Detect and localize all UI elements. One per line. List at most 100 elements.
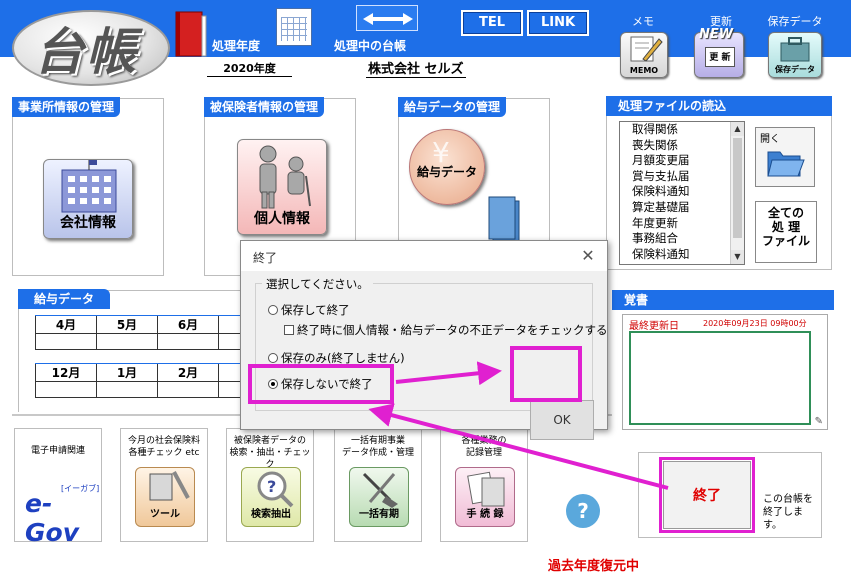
list-item[interactable]: 年度更新	[620, 216, 744, 232]
egov-tile[interactable]: 電子申請関連 [イーガブ] e-Gov	[14, 428, 102, 547]
egov-logo: e-Gov	[25, 489, 79, 547]
memo-section: 覚書 最終更新日 2020年09月23日 09時00分 ✎	[612, 290, 834, 440]
current-ledger-label: 処理中の台帳	[334, 39, 407, 53]
last-updated-value: 2020年09月23日 09時00分	[703, 319, 807, 328]
close-icon[interactable]: ✕	[577, 245, 599, 267]
process-file-loader-section: 処理ファイルの読込 取得関係 喪失関係 月額変更届 賞与支払届 保険料通知 算定…	[606, 96, 832, 270]
list-item[interactable]: 事務組合	[620, 231, 744, 247]
end-description: この台帳を 終了します。	[763, 493, 821, 532]
list-item[interactable]: 取得関係	[620, 122, 744, 138]
ok-button[interactable]: OK	[530, 400, 594, 440]
help-icon[interactable]: ?	[566, 494, 600, 528]
option-check-invalid-data[interactable]: 終了時に個人情報・給与データの不正データをチェックする	[284, 322, 608, 338]
search-caption-1: 被保険者データの	[233, 436, 306, 446]
egov-caption: 電子申請関連	[30, 446, 85, 456]
memo-panel: 最終更新日 2020年09月23日 09時00分 ✎	[622, 314, 828, 430]
eraser-icon[interactable]: ✎	[815, 416, 823, 427]
open-file-button[interactable]: 開く	[755, 127, 815, 187]
record-caption-2: 記録管理	[465, 448, 502, 458]
bulk-caption-2: データ作成・管理	[341, 448, 414, 458]
savedata-button[interactable]: 保存データ	[768, 32, 822, 78]
shovel-icon: 一括有期	[349, 467, 409, 527]
month-cell[interactable]: 1月	[96, 364, 157, 382]
process-file-list[interactable]: 取得関係 喪失関係 月額変更届 賞与支払届 保険料通知 算定基礎届 年度更新 事…	[619, 121, 745, 265]
link-button[interactable]: LINK	[527, 10, 589, 36]
update-button[interactable]: NEW 更 新	[694, 27, 744, 78]
tools-icon: ツール	[135, 467, 195, 527]
list-item[interactable]: 算定基礎届	[620, 200, 744, 216]
radio-icon[interactable]	[268, 353, 278, 363]
bulk-term-tile[interactable]: 一括有期事業 データ作成・管理 一括有期	[334, 428, 422, 542]
month-cell[interactable]: 12月	[35, 364, 96, 382]
bulk-label: 一括有期	[359, 509, 399, 520]
record-label: 手 続 録	[466, 509, 504, 520]
processing-year-label: 処理年度	[212, 39, 261, 53]
binder-icon	[488, 196, 520, 244]
end-desc-line1: この台帳を	[763, 494, 813, 505]
radio-icon[interactable]	[268, 305, 278, 315]
company-info-label: 会社情報	[60, 215, 116, 231]
company-info-button[interactable]: 会社情報	[43, 159, 133, 239]
salary-data-label: 給与データ	[416, 165, 477, 179]
dialog-titlebar: 終了 ✕	[241, 241, 607, 271]
memo-caption: MEMO	[629, 66, 659, 75]
salary-data-title: 給与データの管理	[398, 97, 507, 117]
update-caption: 更 新	[705, 47, 735, 67]
scroll-up-icon[interactable]: ▲	[731, 122, 744, 136]
option-saveonly-label: 保存のみ(終了しません)	[281, 351, 405, 365]
end-button[interactable]: 終了	[659, 457, 755, 533]
memo-button[interactable]: MEMO	[620, 32, 668, 78]
tools-tile[interactable]: 今月の社会保険料 各種チェック etc ツール	[120, 428, 208, 542]
personal-info-label: 個人情報	[254, 211, 310, 227]
office-info-section: 事業所情報の管理 会社情報	[12, 97, 164, 276]
list-item[interactable]: 賞与支払届	[620, 169, 744, 185]
salary-months-row-1: 4月 5月 6月 7	[35, 315, 279, 350]
scroll-down-icon[interactable]: ▼	[731, 250, 744, 264]
new-badge: NEW	[699, 27, 734, 42]
tel-button[interactable]: TEL	[461, 10, 523, 36]
insured-info-title: 被保険者情報の管理	[204, 97, 325, 117]
scroll-thumb[interactable]	[733, 138, 742, 238]
procedure-record-icon: 手 続 録	[455, 467, 515, 527]
red-ledger-book-icon	[175, 11, 207, 57]
processing-year-value: 2020年度	[207, 60, 292, 77]
salary-months-row-2: 12月 1月 2月 3	[35, 363, 279, 398]
tools-caption-2: 各種チェック etc	[128, 448, 200, 458]
record-management-tile[interactable]: 各種業務の 記録管理 手 続 録	[440, 428, 528, 542]
personal-info-button[interactable]: 個人情報	[237, 139, 327, 235]
month-cell[interactable]: 5月	[96, 316, 157, 334]
file-list-scrollbar[interactable]: ▲ ▼	[730, 122, 744, 264]
open-folder-icon	[767, 151, 805, 177]
daicho-logo: 台帳	[12, 4, 172, 86]
calendar-icon[interactable]	[276, 8, 312, 46]
end-panel: 終了 この台帳を 終了します。	[638, 452, 822, 538]
all-files-line1: 全ての	[767, 206, 804, 220]
search-extract-tile[interactable]: 被保険者データの 検索・抽出・チェック ? 検索抽出	[226, 428, 314, 542]
logo-text: 台帳	[34, 22, 138, 81]
nosave-highlight-box	[248, 364, 394, 404]
magnifier-question-icon: ? 検索抽出	[241, 467, 301, 527]
salary-calendar-section: 給与データ 4月 5月 6月 7 12月 1月 2月 3	[18, 289, 279, 412]
all-process-files-button[interactable]: 全ての 処 理 ファイル	[755, 201, 817, 263]
month-cell[interactable]: 2月	[157, 364, 218, 382]
memo-textarea[interactable]	[629, 331, 811, 425]
briefcase-icon	[780, 37, 810, 62]
list-item[interactable]: 月額変更届	[620, 153, 744, 169]
salary-calendar-title: 給与データ	[18, 289, 111, 309]
list-item[interactable]: 保険料通知	[620, 184, 744, 200]
all-files-line2: 処 理	[771, 220, 801, 234]
list-item[interactable]: 喪失関係	[620, 138, 744, 154]
open-label: 開く	[760, 134, 780, 145]
month-cell[interactable]: 6月	[157, 316, 218, 334]
all-files-line3: ファイル	[761, 234, 810, 248]
last-updated-label: 最終更新日	[629, 321, 679, 332]
tools-caption-1: 今月の社会保険料	[127, 436, 200, 446]
switch-ledger-arrows-icon[interactable]	[356, 5, 418, 31]
salary-data-button[interactable]: ¥ 給与データ	[409, 129, 485, 205]
list-item[interactable]: 保険料通知	[620, 247, 744, 263]
checkbox-icon[interactable]	[284, 325, 294, 335]
memo-title: 覚書	[612, 290, 834, 310]
svg-text:?: ?	[267, 477, 276, 496]
option-save-and-exit[interactable]: 保存して終了	[268, 302, 350, 318]
month-cell[interactable]: 4月	[35, 316, 96, 334]
